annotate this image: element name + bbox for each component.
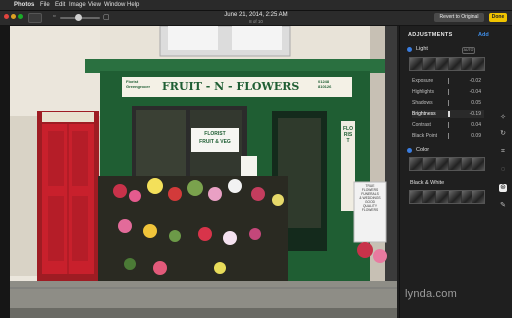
menu-file[interactable]: File [40, 0, 50, 10]
sign-phone-number: 01248 810126 [318, 79, 332, 89]
slider-label: Contrast [412, 122, 431, 128]
slider-exposure[interactable]: Exposure -0.02 [412, 77, 484, 85]
sign-florist-greengrocer: Florist Greengrocer [126, 79, 151, 89]
retouch-icon[interactable]: ✎ [499, 202, 507, 210]
adjustments-panel: ADJUSTMENTS Add Light AUTO Exposure -0.02… [399, 26, 512, 318]
zoom-window-button[interactable] [18, 14, 23, 19]
shopfront-image [10, 26, 397, 318]
color-thumbnail-strip[interactable] [409, 157, 485, 171]
watermark: lynda.com [405, 288, 457, 300]
menu-help[interactable]: Help [127, 0, 139, 10]
photo-count: 8 of 10 [249, 19, 263, 24]
minimize-window-button[interactable] [11, 14, 16, 19]
adjustments-title: ADJUSTMENTS [408, 32, 453, 38]
menu-photos[interactable]: Photos [14, 0, 34, 10]
menu-window[interactable]: Window [104, 0, 125, 10]
slider-value: -0.04 [469, 89, 481, 95]
slider-label: Shadows [412, 100, 433, 106]
zoom-slider-knob[interactable] [75, 14, 82, 21]
add-adjustment-button[interactable]: Add [478, 32, 489, 38]
light-section-title[interactable]: Light [416, 46, 428, 52]
color-enabled-checkbox[interactable] [407, 148, 412, 153]
revert-to-original-button[interactable]: Revert to Original [434, 13, 484, 22]
photo-canvas: Florist Greengrocer FRUIT - N - FLOWERS … [0, 26, 397, 318]
slider-label: Exposure [412, 78, 434, 84]
slider-value: 0.09 [471, 133, 481, 139]
close-window-button[interactable] [4, 14, 9, 19]
window-sign: FLORIST FRUIT & VEG [199, 131, 231, 145]
slider-contrast[interactable]: Contrast 0.04 [412, 121, 484, 129]
slider-label: Highlights [412, 89, 434, 95]
magic-wand-icon[interactable]: ✧ [499, 114, 507, 122]
sign-main-title: FRUIT - N - FLOWERS [162, 80, 300, 93]
done-button[interactable]: Done [489, 13, 507, 22]
slider-shadows[interactable]: Shadows 0.05 [412, 99, 484, 107]
photo-title: June 21, 2014, 2:25 AM 8 of 10 [206, 11, 306, 24]
slider-value: -0.02 [469, 78, 481, 84]
adjustments-icon[interactable]: ⊛ [499, 184, 507, 192]
slider-value: 0.04 [471, 122, 481, 128]
menu-bar: Photos File Edit Image View Window Help [0, 0, 512, 11]
photo-date: June 21, 2014, 2:25 AM [224, 12, 288, 18]
crop-icon[interactable]: ⌗ [499, 148, 507, 156]
placard-sign: TRUE FLOWERS FUNERALS & WEDDINGS GOOD QU… [359, 184, 381, 212]
bw-section-title[interactable]: Black & White [410, 180, 444, 186]
rotate-icon[interactable]: ↻ [499, 130, 507, 138]
slider-value: -0.19 [469, 111, 481, 117]
shopfront-photo[interactable]: Florist Greengrocer FRUIT - N - FLOWERS … [10, 26, 397, 318]
light-auto-button[interactable]: AUTO [462, 47, 475, 54]
zoom-in-icon[interactable]: ▢ [103, 13, 110, 21]
slider-label: Black Point [412, 133, 438, 139]
vertical-florist-sign: FLORIST [343, 126, 353, 144]
sidebar-toggle-button[interactable] [28, 13, 42, 23]
slider-black-point[interactable]: Black Point 0.09 [412, 132, 484, 140]
menu-image[interactable]: Image [69, 0, 86, 10]
bw-thumbnail-strip[interactable] [409, 190, 485, 204]
slider-value: 0.05 [471, 100, 481, 106]
filters-icon[interactable]: ◌ [499, 166, 507, 174]
color-section-title[interactable]: Color [416, 147, 429, 153]
slider-label: Brightness [412, 111, 436, 117]
menu-edit[interactable]: Edit [55, 0, 65, 10]
zoom-out-icon[interactable]: ▫ [53, 13, 55, 20]
light-enabled-checkbox[interactable] [407, 47, 412, 52]
slider-brightness[interactable]: Brightness -0.19 [412, 110, 484, 118]
menu-view[interactable]: View [88, 0, 101, 10]
slider-highlights[interactable]: Highlights -0.04 [412, 88, 484, 96]
light-thumbnail-strip[interactable] [409, 57, 485, 71]
